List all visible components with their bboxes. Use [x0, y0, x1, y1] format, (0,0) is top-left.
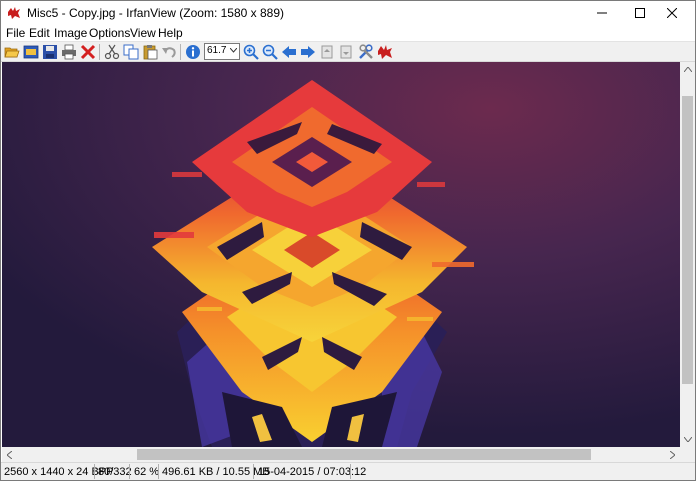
- chevron-down-icon: [230, 48, 237, 53]
- zoom-in-icon[interactable]: [243, 44, 259, 60]
- settings-icon[interactable]: [358, 44, 374, 60]
- copy-icon[interactable]: [123, 44, 139, 60]
- scroll-down-button[interactable]: [680, 432, 695, 447]
- chevron-right-icon: [670, 450, 675, 459]
- irfanview-cat-icon[interactable]: [377, 44, 393, 60]
- first-page-icon[interactable]: [319, 44, 335, 60]
- menu-help[interactable]: Help: [158, 26, 183, 40]
- irfanview-window: Misc5 - Copy.jpg - IrfanView (Zoom: 1580…: [0, 0, 696, 481]
- menu-image[interactable]: Image: [54, 26, 87, 40]
- close-button[interactable]: [649, 1, 695, 25]
- zoom-value: 61.7: [207, 45, 227, 56]
- slideshow-icon[interactable]: [23, 44, 39, 60]
- toolbar: 61.7: [1, 41, 695, 62]
- info-icon[interactable]: [185, 44, 201, 60]
- previous-icon[interactable]: [281, 44, 297, 60]
- print-icon[interactable]: [61, 44, 77, 60]
- undo-icon[interactable]: [161, 44, 177, 60]
- menu-view[interactable]: View: [130, 26, 156, 40]
- zoom-out-icon[interactable]: [262, 44, 278, 60]
- status-zoom-percent: 62 %: [134, 466, 160, 478]
- title-bar[interactable]: Misc5 - Copy.jpg - IrfanView (Zoom: 1580…: [1, 1, 695, 25]
- chevron-left-icon: [7, 450, 12, 459]
- status-separator: [94, 464, 95, 479]
- scroll-right-button[interactable]: [665, 447, 680, 462]
- chevron-up-icon: [683, 67, 692, 72]
- irfanview-app-icon[interactable]: [7, 6, 21, 20]
- menu-bar: File Edit Image Options View Help: [1, 25, 695, 41]
- last-page-icon[interactable]: [338, 44, 354, 60]
- status-separator: [350, 464, 351, 479]
- window-title: Misc5 - Copy.jpg - IrfanView (Zoom: 1580…: [27, 6, 284, 20]
- scrollbar-corner: [680, 447, 695, 462]
- toolbar-separator: [99, 44, 100, 60]
- scroll-up-button[interactable]: [680, 62, 695, 77]
- delete-icon[interactable]: [80, 44, 96, 60]
- horizontal-scrollbar[interactable]: [2, 447, 680, 462]
- displayed-image: [2, 62, 680, 447]
- paste-icon[interactable]: [142, 44, 158, 60]
- vertical-scrollbar[interactable]: [680, 62, 695, 447]
- toolbar-separator: [180, 44, 181, 60]
- scroll-left-button[interactable]: [2, 447, 17, 462]
- chevron-down-icon: [683, 437, 692, 442]
- minimize-icon: [597, 12, 607, 14]
- open-icon[interactable]: [4, 44, 20, 60]
- vertical-scroll-thumb[interactable]: [682, 96, 693, 384]
- status-separator: [129, 464, 130, 479]
- maximize-icon: [635, 8, 645, 18]
- menu-options[interactable]: Options: [89, 26, 130, 40]
- close-icon: [667, 8, 677, 18]
- status-file-index: 80/332: [98, 466, 132, 478]
- menu-edit[interactable]: Edit: [29, 26, 50, 40]
- zoom-combobox[interactable]: 61.7: [204, 43, 240, 60]
- status-separator: [253, 464, 254, 479]
- image-viewport[interactable]: [2, 62, 680, 447]
- status-bar: 2560 x 1440 x 24 BPP 80/332 62 % 496.61 …: [1, 462, 695, 480]
- save-icon[interactable]: [42, 44, 58, 60]
- cut-icon[interactable]: [104, 44, 120, 60]
- next-icon[interactable]: [300, 44, 316, 60]
- menu-file[interactable]: File: [6, 26, 25, 40]
- horizontal-scroll-thumb[interactable]: [137, 449, 591, 460]
- status-separator: [158, 464, 159, 479]
